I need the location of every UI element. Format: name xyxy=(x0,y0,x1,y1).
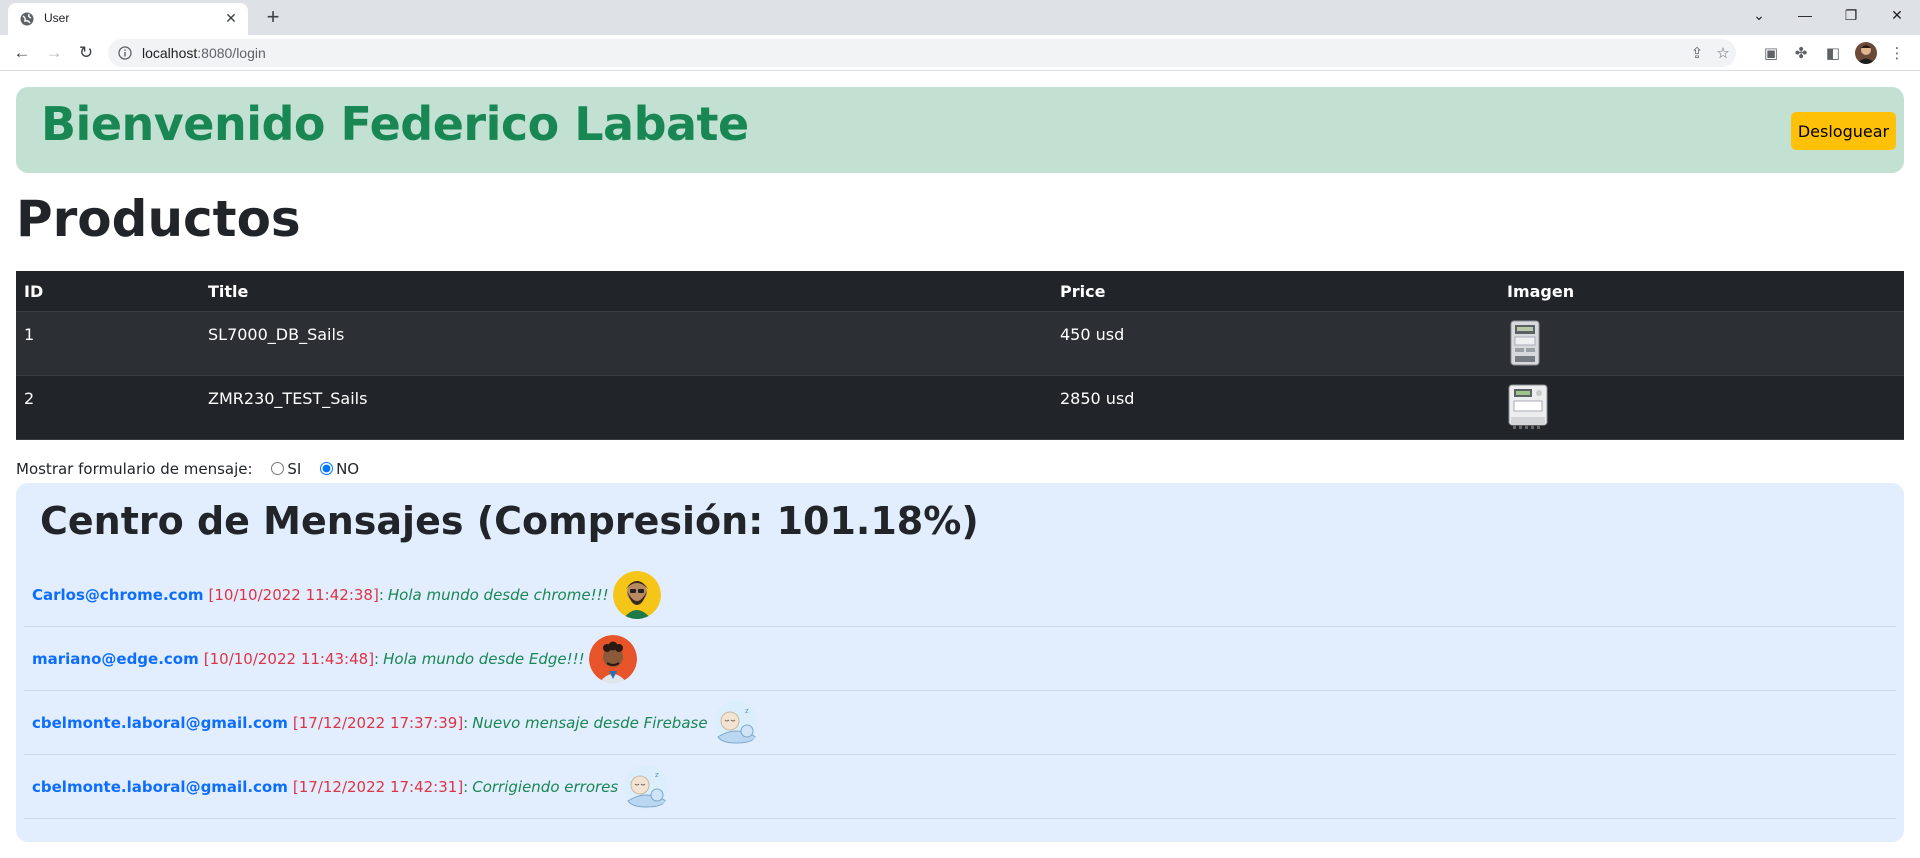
close-window-button[interactable]: ✕ xyxy=(1874,0,1920,30)
radio-no-label[interactable]: NO xyxy=(320,460,359,478)
list-item: mariano@edge.com [10/10/2022 11:43:48]: … xyxy=(24,627,1896,691)
message-text: Nuevo mensaje desde Firebase xyxy=(472,713,708,732)
message-author: cbelmonte.laboral@gmail.com xyxy=(32,777,288,796)
radio-no[interactable] xyxy=(320,462,334,475)
cell-price: 2850 usd xyxy=(1052,375,1499,440)
share-icon[interactable]: ⇪ xyxy=(1688,45,1706,63)
avatar-sleeping-baby-icon: z xyxy=(713,700,758,745)
message-time: [10/10/2022 11:42:38] xyxy=(208,585,379,604)
products-table: ID Title Price Imagen 1 SL7000_DB_Sails … xyxy=(16,271,1904,440)
tab-search-icon[interactable]: ⌄ xyxy=(1736,0,1782,30)
column-header-id: ID xyxy=(16,271,200,312)
message-time: [17/12/2022 17:37:39] xyxy=(292,713,464,732)
back-arrow-icon[interactable]: ← xyxy=(8,39,36,67)
message-center-heading: Centro de Mensajes (Compresión: 101.18%) xyxy=(40,499,979,543)
welcome-banner: Bienvenido Federico Labate Desloguear xyxy=(16,87,1904,173)
logout-button[interactable]: Desloguear xyxy=(1791,112,1896,150)
message-separator: : xyxy=(374,649,380,668)
extension-app-icon[interactable]: ▣ xyxy=(1760,43,1782,65)
radio-si[interactable] xyxy=(271,462,285,475)
message-text: Corrigiendo errores xyxy=(472,777,619,796)
puzzle-extensions-icon[interactable]: ✤ xyxy=(1790,43,1812,65)
profile-picture-icon xyxy=(1857,45,1875,64)
reload-icon[interactable]: ↻ xyxy=(72,39,100,67)
svg-text:z: z xyxy=(655,771,659,779)
table-header-row: ID Title Price Imagen xyxy=(16,271,1904,312)
avatar-sleeping-baby-icon: z xyxy=(624,764,669,809)
tab-title: User xyxy=(44,11,70,25)
url-path: :8080/login xyxy=(197,45,266,61)
message-separator: : xyxy=(463,713,469,732)
globe-icon xyxy=(20,12,34,26)
cell-title: ZMR230_TEST_Sails xyxy=(200,375,1052,440)
profile-avatar[interactable] xyxy=(1855,42,1877,64)
new-tab-button[interactable]: + xyxy=(260,4,286,30)
url-text: localhost:8080/login xyxy=(142,45,266,61)
message-author: cbelmonte.laboral@gmail.com xyxy=(32,713,288,732)
cell-id: 1 xyxy=(16,311,200,376)
avatar-curly-hair-man-icon xyxy=(588,634,637,683)
minimize-button[interactable]: — xyxy=(1782,0,1828,30)
avatar-bearded-man-icon xyxy=(612,570,661,619)
message-text: Hola mundo desde Edge!!! xyxy=(383,649,585,668)
message-time: [17/12/2022 17:42:31] xyxy=(292,777,464,796)
toggle-label: Mostrar formulario de mensaje: xyxy=(16,460,253,478)
cell-title: SL7000_DB_Sails xyxy=(200,311,1052,376)
message-center: Centro de Mensajes (Compresión: 101.18%)… xyxy=(16,483,1904,842)
browser-tab[interactable]: User ✕ xyxy=(8,3,248,35)
message-separator: : xyxy=(378,585,384,604)
cell-image xyxy=(1499,311,1904,376)
product-meter-image xyxy=(1510,320,1540,366)
url-host: localhost xyxy=(142,45,198,61)
tab-close-icon[interactable]: ✕ xyxy=(222,9,240,27)
message-separator: : xyxy=(463,777,469,796)
browser-tabstrip: User ✕ + ⌄ — ❐ ✕ xyxy=(0,0,1920,35)
column-header-image: Imagen xyxy=(1499,271,1904,312)
list-item: cbelmonte.laboral@gmail.com [17/12/2022 … xyxy=(24,755,1896,819)
address-bar[interactable]: localhost:8080/login ⇪ ☆ xyxy=(108,39,1736,67)
message-author: Carlos@chrome.com xyxy=(32,585,204,604)
table-row: 1 SL7000_DB_Sails 450 usd xyxy=(16,311,1904,376)
message-author: mariano@edge.com xyxy=(32,649,199,668)
restore-button[interactable]: ❐ xyxy=(1828,0,1874,30)
products-heading: Productos xyxy=(16,190,301,248)
cell-price: 450 usd xyxy=(1052,311,1499,376)
message-form-toggle: Mostrar formulario de mensaje: SI NO xyxy=(16,460,359,478)
forward-arrow-icon[interactable]: → xyxy=(40,39,68,67)
welcome-heading: Bienvenido Federico Labate xyxy=(41,97,749,151)
radio-si-label[interactable]: SI xyxy=(271,460,301,478)
info-icon[interactable] xyxy=(118,46,132,60)
cell-id: 2 xyxy=(16,375,200,440)
message-text: Hola mundo desde chrome!!! xyxy=(387,585,609,604)
column-header-title: Title xyxy=(200,271,1052,312)
list-item: cbelmonte.laboral@gmail.com [17/12/2022 … xyxy=(24,691,1896,755)
side-panel-icon[interactable]: ◧ xyxy=(1822,43,1844,65)
browser-toolbar: ← → ↻ localhost:8080/login ⇪ ☆ ▣ ✤ ◧ ⋮ xyxy=(0,35,1920,71)
radio-si-text: SI xyxy=(287,460,302,478)
radio-no-text: NO xyxy=(336,460,360,478)
list-item: Carlos@chrome.com [10/10/2022 11:42:38]:… xyxy=(24,563,1896,627)
svg-text:z: z xyxy=(745,707,749,715)
product-meter-image xyxy=(1508,384,1548,429)
message-time: [10/10/2022 11:43:48] xyxy=(203,649,375,668)
table-row: 2 ZMR230_TEST_Sails 2850 usd xyxy=(16,375,1904,440)
bookmark-star-icon[interactable]: ☆ xyxy=(1714,45,1732,63)
message-list: Carlos@chrome.com [10/10/2022 11:42:38]:… xyxy=(16,563,1904,819)
column-header-price: Price xyxy=(1052,271,1499,312)
browser-menu-icon[interactable]: ⋮ xyxy=(1886,43,1908,65)
cell-image xyxy=(1499,375,1904,440)
